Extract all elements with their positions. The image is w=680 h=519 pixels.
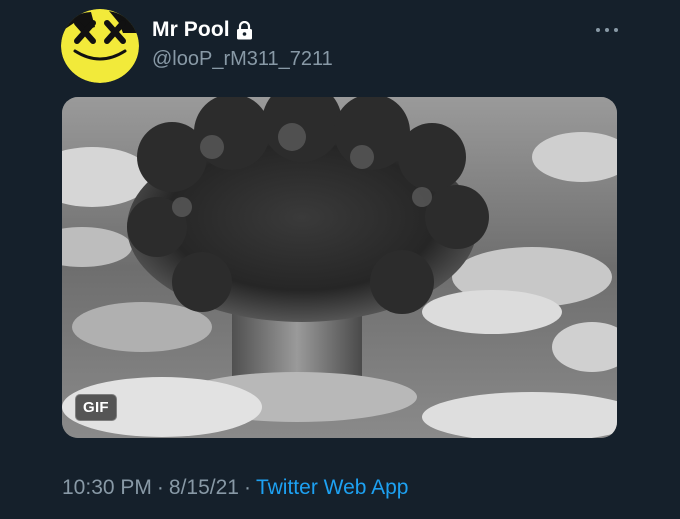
tweet-meta: 10:30 PM · 8/15/21 · Twitter Web App: [62, 476, 409, 500]
display-name-row: Mr Pool: [152, 17, 333, 43]
meta-separator: ·: [156, 476, 164, 499]
avatar[interactable]: [61, 9, 139, 83]
user-handle[interactable]: @looP_rM311_7211: [152, 48, 333, 71]
more-horizontal-icon: [596, 28, 618, 32]
lock-icon: [236, 20, 253, 40]
display-name[interactable]: Mr Pool: [152, 18, 230, 42]
smiley-x-eyes-icon: [61, 9, 139, 83]
more-options-button[interactable]: [592, 24, 622, 36]
user-names: Mr Pool @looP_rM311_7211: [152, 17, 333, 71]
meta-separator: ·: [243, 476, 251, 499]
gif-media[interactable]: GIF: [62, 97, 617, 438]
gif-badge: GIF: [75, 394, 117, 421]
mushroom-cloud-image: [62, 97, 617, 438]
tweet-date[interactable]: 8/15/21: [169, 476, 239, 499]
tweet-source-link[interactable]: Twitter Web App: [256, 476, 409, 499]
tweet-time[interactable]: 10:30 PM: [62, 476, 152, 499]
tweet: Mr Pool @looP_rM311_7211 GIF 10:30 PM · …: [0, 0, 680, 519]
